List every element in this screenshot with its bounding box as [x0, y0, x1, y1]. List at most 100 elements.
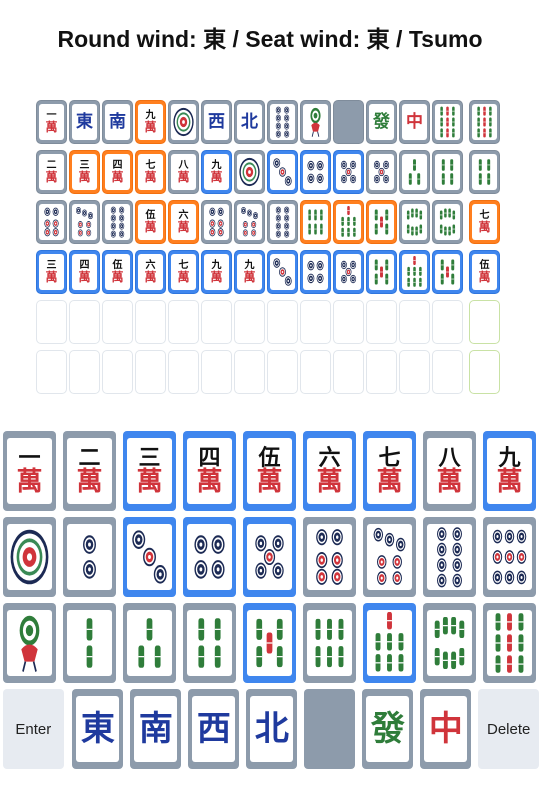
key-tile-m7[interactable]: 七萬	[363, 431, 416, 511]
empty-slot[interactable]	[469, 350, 500, 394]
key-tile-s1[interactable]	[3, 603, 56, 683]
key-tile-s3[interactable]	[123, 603, 176, 683]
key-tile-S[interactable]: 南	[130, 689, 182, 769]
empty-slot[interactable]	[399, 350, 430, 394]
hand-tile-m5[interactable]: 伍萬	[102, 250, 133, 294]
hand-tile-s9[interactable]	[432, 100, 463, 144]
hand-tile-s5[interactable]	[432, 250, 463, 294]
hand-tile-p8[interactable]	[267, 100, 298, 144]
empty-slot[interactable]	[69, 300, 100, 344]
empty-slot[interactable]	[36, 350, 67, 394]
hand-tile-m3[interactable]: 三萬	[36, 250, 67, 294]
hand-tile-m7[interactable]: 七萬	[135, 150, 166, 194]
hand-tile-p6[interactable]	[201, 200, 232, 244]
key-tile-s5[interactable]	[243, 603, 296, 683]
key-tile-s8[interactable]	[423, 603, 476, 683]
empty-slot[interactable]	[366, 300, 397, 344]
hand-tile-p3[interactable]	[267, 250, 298, 294]
empty-slot[interactable]	[267, 300, 298, 344]
key-tile-p8[interactable]	[423, 517, 476, 597]
empty-slot[interactable]	[201, 350, 232, 394]
empty-slot[interactable]	[333, 300, 364, 344]
key-tile-s2[interactable]	[63, 603, 116, 683]
hand-tile-m5[interactable]: 伍萬	[135, 200, 166, 244]
empty-slot[interactable]	[432, 350, 463, 394]
hand-tile-m8[interactable]: 八萬	[168, 150, 199, 194]
empty-slot[interactable]	[135, 350, 166, 394]
empty-slot[interactable]	[102, 300, 133, 344]
key-tile-s6[interactable]	[303, 603, 356, 683]
empty-slot[interactable]	[168, 350, 199, 394]
key-tile-N[interactable]: 北	[246, 689, 298, 769]
hand-tile-m7[interactable]: 七萬	[469, 200, 500, 244]
hand-tile-m9[interactable]: 九萬	[201, 150, 232, 194]
hand-tile-W[interactable]: 西	[201, 100, 232, 144]
empty-slot[interactable]	[469, 300, 500, 344]
key-tile-p2[interactable]	[63, 517, 116, 597]
hand-tile-s3[interactable]	[399, 150, 430, 194]
hand-tile-s5[interactable]	[366, 250, 397, 294]
hand-tile-m4[interactable]: 四萬	[102, 150, 133, 194]
key-tile-E[interactable]: 東	[72, 689, 124, 769]
hand-tile-m1[interactable]: 一萬	[36, 100, 67, 144]
key-tile-R[interactable]: 中	[420, 689, 472, 769]
hand-tile-G[interactable]: 發	[366, 100, 397, 144]
hand-tile-s9[interactable]	[469, 100, 500, 144]
key-tile-m5[interactable]: 伍萬	[243, 431, 296, 511]
key-tile-G[interactable]: 發	[362, 689, 414, 769]
hand-tile-s7[interactable]	[399, 250, 430, 294]
empty-slot[interactable]	[300, 300, 331, 344]
hand-tile-m6[interactable]: 六萬	[168, 200, 199, 244]
delete-button[interactable]: Delete	[478, 689, 539, 769]
key-tile-p5[interactable]	[243, 517, 296, 597]
key-tile-Wh[interactable]	[304, 689, 356, 769]
hand-tile-R[interactable]: 中	[399, 100, 430, 144]
key-tile-m3[interactable]: 三萬	[123, 431, 176, 511]
key-tile-p9[interactable]	[483, 517, 536, 597]
hand-tile-s4[interactable]	[469, 150, 500, 194]
key-tile-s4[interactable]	[183, 603, 236, 683]
empty-slot[interactable]	[399, 300, 430, 344]
hand-tile-p5[interactable]	[366, 150, 397, 194]
hand-tile-m7[interactable]: 七萬	[168, 250, 199, 294]
hand-tile-m4[interactable]: 四萬	[69, 250, 100, 294]
empty-slot[interactable]	[201, 300, 232, 344]
key-tile-s9[interactable]	[483, 603, 536, 683]
empty-slot[interactable]	[234, 350, 265, 394]
hand-tile-s6[interactable]	[300, 200, 331, 244]
hand-tile-p8[interactable]	[267, 200, 298, 244]
key-tile-m8[interactable]: 八萬	[423, 431, 476, 511]
hand-tile-m9[interactable]: 九萬	[201, 250, 232, 294]
hand-tile-p1[interactable]	[168, 100, 199, 144]
empty-slot[interactable]	[366, 350, 397, 394]
hand-tile-s7[interactable]	[333, 200, 364, 244]
enter-button[interactable]: Enter	[3, 689, 64, 769]
hand-tile-p5[interactable]	[333, 150, 364, 194]
hand-tile-m5[interactable]: 伍萬	[469, 250, 500, 294]
hand-tile-s1[interactable]	[300, 100, 331, 144]
hand-tile-m2[interactable]: 二萬	[36, 150, 67, 194]
key-tile-p3[interactable]	[123, 517, 176, 597]
empty-slot[interactable]	[300, 350, 331, 394]
key-tile-p6[interactable]	[303, 517, 356, 597]
hand-tile-m6[interactable]: 六萬	[135, 250, 166, 294]
hand-tile-s8[interactable]	[399, 200, 430, 244]
key-tile-p7[interactable]	[363, 517, 416, 597]
key-tile-p4[interactable]	[183, 517, 236, 597]
hand-tile-p3[interactable]	[267, 150, 298, 194]
key-tile-W[interactable]: 西	[188, 689, 240, 769]
key-tile-m1[interactable]: 一萬	[3, 431, 56, 511]
key-tile-m2[interactable]: 二萬	[63, 431, 116, 511]
hand-tile-E[interactable]: 東	[69, 100, 100, 144]
hand-tile-p6[interactable]	[36, 200, 67, 244]
hand-tile-m3[interactable]: 三萬	[69, 150, 100, 194]
empty-slot[interactable]	[333, 350, 364, 394]
hand-tile-p5[interactable]	[333, 250, 364, 294]
empty-slot[interactable]	[36, 300, 67, 344]
key-tile-m9[interactable]: 九萬	[483, 431, 536, 511]
empty-slot[interactable]	[102, 350, 133, 394]
hand-tile-p7[interactable]	[69, 200, 100, 244]
empty-slot[interactable]	[135, 300, 166, 344]
hand-tile-s8[interactable]	[432, 200, 463, 244]
key-tile-m4[interactable]: 四萬	[183, 431, 236, 511]
